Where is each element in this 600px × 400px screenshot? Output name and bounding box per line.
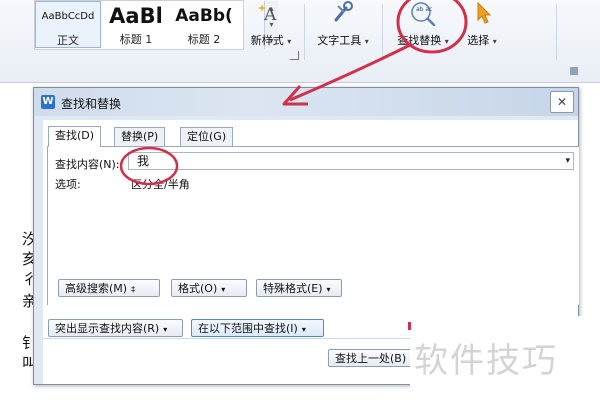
find-content-label: 查找内容(N):	[55, 158, 120, 171]
style-gallery: AaBbCcDd 正文 AaBl 标题 1 AaBb( 标题 2 ▴ ▾ ▾	[34, 0, 278, 50]
ribbon-separator	[382, 4, 383, 60]
dialog-title: 查找和替换	[61, 97, 122, 111]
style-normal[interactable]: AaBbCcDd 正文	[35, 1, 101, 48]
find-content-value: 我	[137, 154, 150, 168]
find-content-input[interactable]: 我 ▾	[128, 152, 574, 170]
style-heading-1-sample: AaBl	[109, 4, 163, 28]
highlight-all-label: 突出显示查找内容(R)	[55, 322, 160, 335]
find-replace-button[interactable]: ab ac 查找替换 ▾	[390, 0, 456, 48]
style-normal-sample: AaBbCcDd	[41, 11, 95, 22]
advanced-search-button[interactable]: 高级搜索(M) ‡	[58, 279, 160, 297]
styles-group-launcher[interactable]	[290, 51, 299, 60]
select-button[interactable]: 选择 ▾	[458, 0, 506, 48]
find-replace-label: 查找替换	[397, 34, 442, 47]
options-label: 选项:	[55, 178, 81, 191]
new-style-icon: A	[244, 0, 298, 26]
ribbon-group-launcher[interactable]	[570, 67, 578, 75]
new-style-label: 新样式	[250, 34, 284, 47]
find-previous-button[interactable]: 查找上一处(B)	[328, 349, 418, 367]
highlight-all-button[interactable]: 突出显示查找内容(R) ▾	[48, 319, 183, 337]
ribbon-separator	[304, 4, 305, 60]
find-replace-icon-text: ab ac	[416, 6, 432, 13]
style-normal-label: 正文	[57, 34, 79, 47]
ribbon-toolbar: AaBbCcDd 正文 AaBl 标题 1 AaBb( 标题 2 ▴ ▾ ▾ A 新…	[0, 0, 600, 83]
watermark-text: 软件技巧	[414, 341, 558, 381]
wps-app-icon: W	[41, 95, 55, 109]
find-in-button[interactable]: 在以下范围中查找(I) ▾	[191, 319, 324, 337]
style-heading-2-sample: AaBb(	[175, 6, 233, 26]
new-style-button[interactable]: A 新样式 ▾	[244, 0, 298, 48]
tab-goto[interactable]: 定位(G)	[180, 127, 234, 146]
text-tools-button[interactable]: 文字工具 ▾	[310, 0, 376, 48]
text-tools-label: 文字工具	[317, 34, 362, 47]
chevron-down-icon[interactable]: ▾	[565, 153, 570, 169]
close-button[interactable]: ✕	[550, 91, 574, 113]
select-label: 选择	[467, 34, 490, 47]
find-in-label: 在以下范围中查找(I)	[198, 322, 298, 335]
find-replace-icon: ab ac	[390, 0, 456, 27]
cursor-arrow-icon	[458, 0, 506, 26]
text-tools-icon	[310, 0, 376, 26]
advanced-search-label: 高级搜索(M)	[65, 282, 128, 295]
tab-find[interactable]: 查找(D)	[48, 126, 102, 147]
dialog-titlebar[interactable]: W 查找和替换 ✕	[34, 88, 578, 116]
style-heading-1[interactable]: AaBl 标题 1	[103, 1, 169, 48]
style-heading-2-label: 标题 2	[187, 33, 221, 46]
special-format-label: 特殊格式(E)	[263, 282, 323, 295]
ribbon-separator	[556, 4, 557, 60]
format-label: 格式(O)	[178, 282, 218, 295]
options-value: 区分全/半角	[131, 178, 190, 191]
style-heading-2[interactable]: AaBb( 标题 2	[171, 1, 237, 48]
format-button[interactable]: 格式(O) ▾	[171, 279, 247, 297]
style-heading-1-label: 标题 1	[119, 33, 153, 46]
special-format-button[interactable]: 特殊格式(E) ▾	[256, 279, 342, 297]
tab-replace[interactable]: 替换(P)	[114, 127, 166, 146]
annotation-mark	[408, 322, 411, 330]
